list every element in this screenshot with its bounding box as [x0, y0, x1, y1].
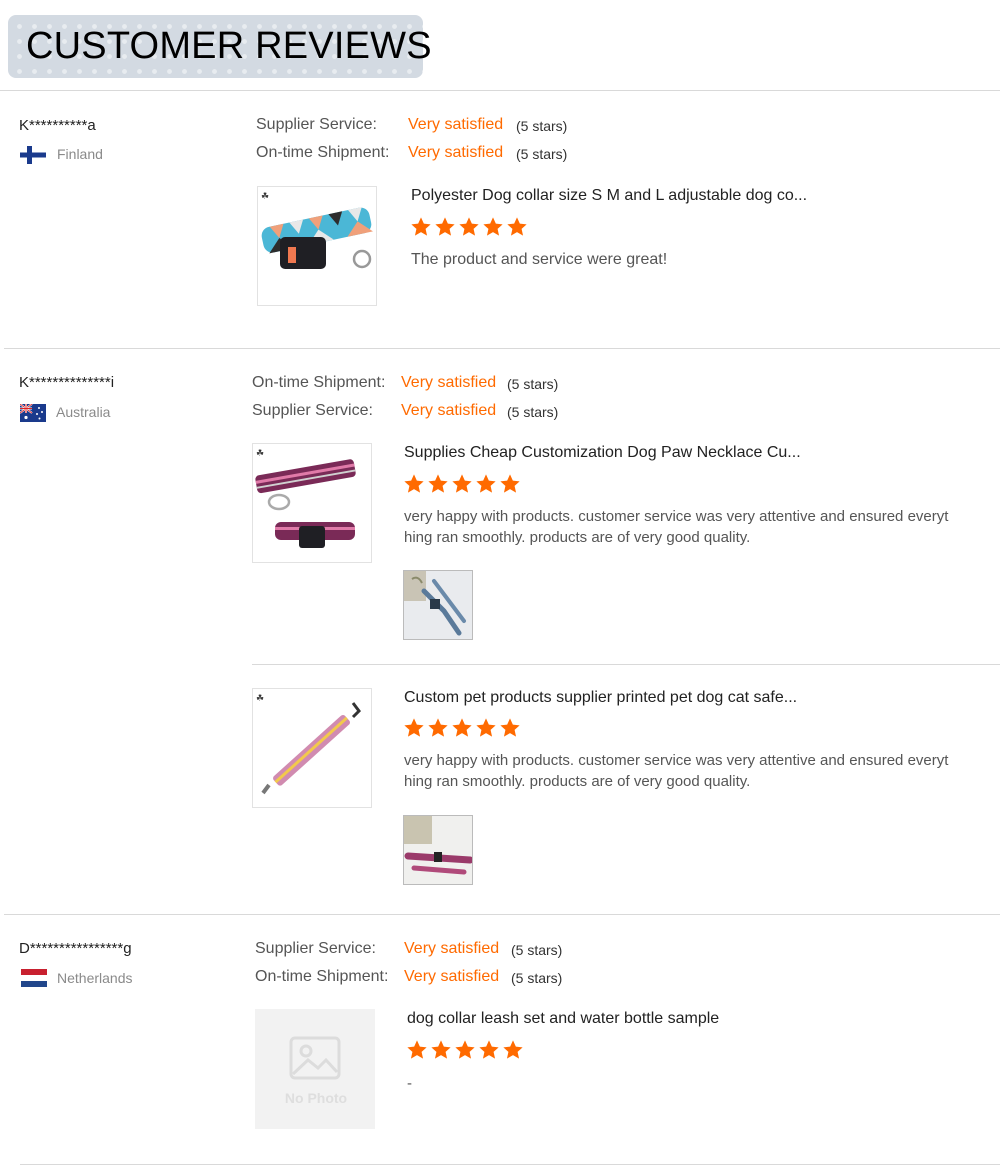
- product-title[interactable]: Custom pet products supplier printed pet…: [404, 689, 797, 707]
- flag-finland-icon: [20, 146, 46, 164]
- divider: [4, 348, 1000, 349]
- product-star-rating: [403, 717, 521, 739]
- product-thumbnail[interactable]: ☘: [252, 688, 372, 808]
- product-title[interactable]: dog collar leash set and water bottle sa…: [407, 1010, 719, 1028]
- svg-text:☘: ☘: [261, 192, 269, 202]
- product-star-rating: [410, 216, 528, 238]
- review-text: very happy with products. customer servi…: [404, 506, 948, 548]
- rating-value: Very satisfied: [408, 144, 504, 161]
- review-text-line: very happy with products. customer servi…: [404, 752, 949, 769]
- svg-text:☘: ☘: [256, 449, 264, 459]
- star-icon: [476, 474, 496, 493]
- product-thumbnail[interactable]: ☘: [257, 186, 377, 306]
- star-icon: [507, 217, 527, 236]
- star-icon: [455, 1040, 475, 1059]
- rating-value: Very satisfied: [404, 940, 500, 957]
- divider: [20, 1164, 1000, 1165]
- review-text: The product and service were great!: [411, 251, 668, 268]
- star-icon: [476, 718, 496, 737]
- rating-stars-text: (5 stars): [516, 118, 568, 134]
- star-icon: [435, 217, 455, 236]
- star-icon: [479, 1040, 499, 1059]
- review-photo[interactable]: [403, 815, 473, 885]
- rating-stars-text: (5 stars): [511, 970, 563, 986]
- rating-label: Supplier Service:: [252, 402, 373, 419]
- placeholder-image-icon: [289, 1036, 341, 1080]
- star-icon: [500, 718, 520, 737]
- review-text-line: very happy with products. customer servi…: [404, 508, 949, 525]
- divider: [0, 90, 1000, 91]
- rating-value: Very satisfied: [401, 374, 497, 391]
- star-icon: [459, 217, 479, 236]
- star-icon: [503, 1040, 523, 1059]
- rating-stars-text: (5 stars): [507, 376, 559, 392]
- svg-text:☘: ☘: [256, 694, 264, 704]
- rating-label: Supplier Service:: [255, 940, 376, 957]
- star-icon: [452, 718, 472, 737]
- divider: [252, 664, 1000, 665]
- buyer-country: Australia: [56, 404, 111, 420]
- product-title[interactable]: Polyester Dog collar size S M and L adju…: [411, 187, 807, 205]
- rating-label: On-time Shipment:: [255, 968, 389, 985]
- review-text: very happy with products. customer servi…: [404, 750, 948, 792]
- product-thumbnail-placeholder[interactable]: No Photo: [255, 1009, 375, 1129]
- rating-stars-text: (5 stars): [516, 146, 568, 162]
- product-title[interactable]: Supplies Cheap Customization Dog Paw Nec…: [404, 444, 801, 462]
- star-icon: [404, 718, 424, 737]
- star-icon: [428, 474, 448, 493]
- buyer-country: Finland: [57, 146, 103, 162]
- divider: [4, 914, 1000, 915]
- buyer-country: Netherlands: [57, 970, 133, 986]
- review-text-line: hing ran smoothly. products are of very …: [404, 773, 751, 790]
- product-star-rating: [406, 1039, 524, 1061]
- product-star-rating: [403, 473, 521, 495]
- rating-label: Supplier Service:: [256, 116, 377, 133]
- review-photo[interactable]: [403, 570, 473, 640]
- star-icon: [411, 217, 431, 236]
- review-text-line: hing ran smoothly. products are of very …: [404, 529, 751, 546]
- buyer-name: K**********a: [19, 117, 96, 134]
- star-icon: [483, 217, 503, 236]
- rating-value: Very satisfied: [408, 116, 504, 133]
- no-photo-label: No Photo: [284, 1090, 348, 1106]
- product-thumbnail[interactable]: ☘: [252, 443, 372, 563]
- buyer-name: K**************i: [19, 374, 115, 391]
- star-icon: [500, 474, 520, 493]
- review-text: -: [407, 1075, 412, 1092]
- star-icon: [452, 474, 472, 493]
- flag-australia-icon: [20, 404, 46, 422]
- page-title: CUSTOMER REVIEWS: [26, 25, 432, 67]
- buyer-name: D****************g: [19, 940, 132, 957]
- star-icon: [428, 718, 448, 737]
- flag-netherlands-icon: [21, 969, 47, 987]
- rating-stars-text: (5 stars): [507, 404, 559, 420]
- rating-label: On-time Shipment:: [252, 374, 386, 391]
- star-icon: [404, 474, 424, 493]
- star-icon: [407, 1040, 427, 1059]
- page-header: CUSTOMER REVIEWS: [8, 15, 432, 78]
- rating-value: Very satisfied: [404, 968, 500, 985]
- rating-label: On-time Shipment:: [256, 144, 390, 161]
- star-icon: [431, 1040, 451, 1059]
- rating-stars-text: (5 stars): [511, 942, 563, 958]
- rating-value: Very satisfied: [401, 402, 497, 419]
